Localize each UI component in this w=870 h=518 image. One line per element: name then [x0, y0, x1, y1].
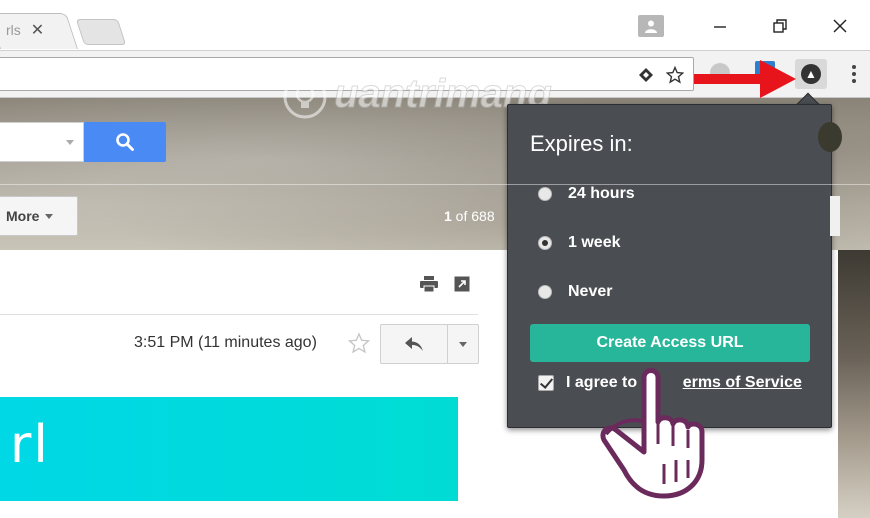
avatar[interactable] [818, 122, 842, 152]
active-tab-content: rls ✕ [6, 20, 44, 40]
more-label: More [6, 208, 40, 224]
header-divider [0, 184, 870, 185]
tab-close-icon[interactable]: ✕ [31, 20, 44, 40]
option-label: 24 hours [568, 185, 635, 202]
ext-a-icon: ▲ [801, 64, 821, 84]
minimize-icon[interactable] [690, 8, 750, 44]
tab-strip: rls ✕ [0, 0, 870, 50]
popup-title: Expires in: [530, 131, 633, 156]
close-icon[interactable] [810, 8, 870, 44]
address-bar[interactable] [0, 57, 694, 91]
option-24-hours[interactable]: 24 hours [538, 185, 635, 203]
radio-button-selected[interactable] [538, 236, 552, 250]
reply-button[interactable] [380, 324, 448, 364]
reply-options-button[interactable] [447, 324, 479, 364]
pager-count: 1 of 688 [444, 208, 495, 224]
tab-title: rls [6, 22, 21, 38]
option-label: Never [568, 283, 613, 300]
option-never[interactable]: Never [538, 283, 612, 301]
chevron-down-icon [45, 213, 54, 219]
radio-button[interactable] [538, 187, 552, 201]
extension-diamond-icon[interactable] [637, 66, 655, 84]
reply-icon [405, 337, 423, 351]
create-access-url-button[interactable]: Create Access URL [530, 324, 810, 362]
red-arrow-icon [694, 60, 796, 98]
new-tab-button[interactable] [75, 19, 127, 45]
banner-text: rl [10, 415, 50, 475]
older-button[interactable] [830, 196, 840, 236]
pager-current: 1 [444, 208, 452, 224]
more-button[interactable]: More [0, 196, 78, 236]
search-input[interactable] [0, 122, 84, 162]
pager-total: of 688 [451, 208, 495, 224]
bookmark-star-icon[interactable] [666, 66, 684, 84]
restore-icon[interactable] [750, 8, 810, 44]
window-controls [638, 8, 870, 44]
search-button[interactable] [84, 122, 166, 162]
radio-button[interactable] [538, 285, 552, 299]
search-icon [116, 133, 134, 151]
message-divider [0, 314, 478, 315]
person-icon[interactable] [638, 15, 664, 37]
terms-checkbox[interactable] [538, 375, 554, 391]
hand-cursor-icon [600, 368, 705, 499]
popout-icon[interactable] [454, 276, 470, 292]
email-banner-image: rl [0, 397, 458, 501]
menu-dots-icon[interactable] [846, 63, 862, 85]
side-image [838, 250, 870, 518]
option-label: 1 week [568, 234, 621, 251]
star-icon[interactable] [348, 332, 370, 354]
chevron-down-icon [459, 341, 467, 347]
chevron-down-icon[interactable] [66, 140, 74, 145]
print-icon[interactable] [420, 276, 438, 292]
option-1-week[interactable]: 1 week [538, 234, 620, 252]
message-timestamp: 3:51 PM (11 minutes ago) [134, 334, 317, 351]
